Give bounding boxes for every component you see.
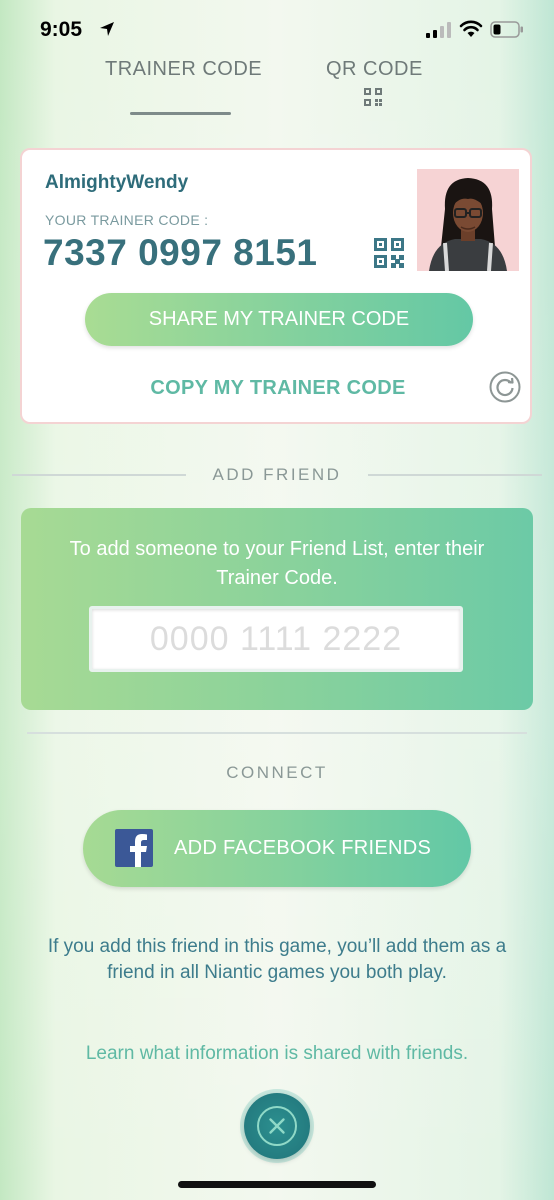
- trainer-username: AlmightyWendy: [45, 172, 189, 193]
- connect-title: CONNECT: [226, 763, 328, 782]
- copy-trainer-code-button[interactable]: COPY MY TRAINER CODE: [22, 377, 534, 400]
- avatar: [417, 169, 519, 271]
- trainer-card: AlmightyWendy YOUR TRAINER CODE : 7337 0…: [20, 148, 532, 424]
- add-facebook-friends-button[interactable]: ADD FACEBOOK FRIENDS: [83, 810, 471, 887]
- add-friend-panel: To add someone to your Friend List, ente…: [21, 508, 533, 710]
- location-arrow-icon: [100, 22, 114, 36]
- active-tab-indicator: [130, 112, 231, 115]
- trainer-code-input[interactable]: [89, 606, 463, 672]
- battery-icon: [490, 21, 523, 38]
- learn-shared-info-link[interactable]: Learn what information is shared with fr…: [0, 1043, 554, 1065]
- facebook-icon: [115, 829, 153, 867]
- wifi-icon: [459, 20, 483, 37]
- add-friend-title: ADD FRIEND: [212, 465, 342, 484]
- add-friend-instructions: To add someone to your Friend List, ente…: [69, 538, 485, 589]
- tab-trainer-code[interactable]: TRAINER CODE: [105, 58, 262, 81]
- niantic-friend-note: If you add this friend in this game, you…: [47, 936, 507, 983]
- connect-divider: [27, 732, 527, 734]
- avatar-figure: [429, 178, 507, 271]
- trainer-code-value: 7337 0997 8151: [43, 232, 318, 273]
- qr-code-icon[interactable]: [364, 88, 382, 106]
- cellular-signal-icon: [426, 22, 451, 38]
- qr-code-icon[interactable]: [374, 238, 404, 268]
- close-button[interactable]: [244, 1093, 310, 1159]
- home-indicator[interactable]: [178, 1181, 376, 1188]
- tab-qr-code[interactable]: QR CODE: [326, 58, 423, 81]
- close-icon: [257, 1106, 297, 1146]
- add-facebook-friends-label: ADD FACEBOOK FRIENDS: [174, 837, 432, 859]
- status-time: 9:05: [40, 18, 83, 41]
- share-trainer-code-button[interactable]: SHARE MY TRAINER CODE: [85, 293, 473, 346]
- refresh-icon[interactable]: [489, 371, 521, 403]
- trainer-code-label: YOUR TRAINER CODE :: [45, 212, 209, 228]
